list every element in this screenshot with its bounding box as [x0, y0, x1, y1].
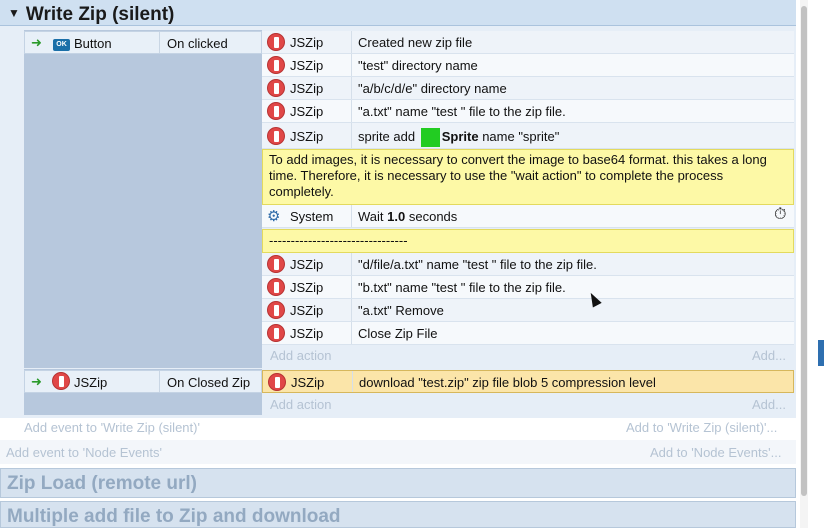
add-more-link[interactable]: Add...	[752, 397, 786, 412]
action-text: sprite add Sprite name "sprite"	[358, 128, 559, 147]
action-text: "b.txt" name "test " file to the zip fil…	[358, 280, 566, 295]
add-more-link[interactable]: Add...	[752, 348, 786, 363]
group-multiple-add[interactable]: Multiple add file to Zip and download	[0, 501, 796, 528]
action-row[interactable]: JSZip Created new zip file	[262, 31, 794, 54]
add-action-link[interactable]: Add action	[270, 348, 331, 363]
action-text: download "test.zip" zip file blob 5 comp…	[359, 375, 656, 390]
group-header[interactable]: ▼ Write Zip (silent)	[0, 0, 796, 26]
action-row[interactable]: JSZip "a.txt" name "test " file to the z…	[262, 100, 794, 123]
action-row-wait[interactable]: ⚙ System Wait 1.0 seconds ⏱	[262, 205, 794, 228]
action-text: Close Zip File	[358, 326, 438, 341]
trigger-arrow-icon: ➜	[31, 374, 42, 389]
action-row[interactable]: JSZip "a.txt" Remove	[262, 299, 794, 322]
group-title: ▼ Write Zip (silent)	[8, 4, 175, 25]
gear-icon: ⚙	[267, 208, 281, 225]
action-row[interactable]: JSZip "d/file/a.txt" name "test " file t…	[262, 253, 794, 276]
trigger-arrow-icon: ➜	[31, 35, 42, 50]
action-text: "a.txt" Remove	[358, 303, 444, 318]
add-action-link[interactable]: Add action	[270, 397, 331, 412]
condition-object: JSZip	[74, 375, 108, 390]
jszip-icon	[267, 301, 285, 319]
condition-divider	[159, 32, 160, 53]
action-text: "test" directory name	[358, 58, 478, 73]
jszip-icon	[267, 255, 285, 273]
timer-icon: ⏱	[774, 206, 787, 223]
action-text: "a/b/c/d/e" directory name	[358, 81, 507, 96]
action-text: "d/file/a.txt" name "test " file to the …	[358, 257, 597, 272]
button-object-icon: OK	[53, 36, 70, 51]
comment-separator[interactable]: --------------------------------	[262, 229, 794, 253]
jszip-icon	[267, 33, 285, 51]
action-row[interactable]: JSZip "b.txt" name "test " file to the z…	[262, 276, 794, 299]
action-row[interactable]: JSZip "a/b/c/d/e" directory name	[262, 77, 794, 100]
jszip-icon	[267, 79, 285, 97]
action-row[interactable]: JSZip Close Zip File	[262, 322, 794, 345]
add-action-row	[262, 394, 794, 415]
scrollbar-thumb[interactable]	[801, 6, 807, 496]
condition-text: On clicked	[167, 36, 228, 51]
condition-object: Button	[74, 36, 112, 51]
sprite-name: Sprite	[441, 128, 479, 144]
action-text: Created new zip file	[358, 35, 473, 50]
event-condition[interactable]: ➜ OK Button On clicked	[24, 31, 262, 54]
collapse-triangle-icon[interactable]: ▼	[8, 6, 20, 20]
jszip-icon	[268, 373, 286, 391]
action-row-download[interactable]: JSZip download "test.zip" zip file blob …	[262, 370, 794, 393]
add-to-group-link[interactable]: Add to 'Write Zip (silent)'...	[626, 420, 777, 435]
condition-divider	[159, 371, 160, 392]
action-row-sprite-add[interactable]: JSZip sprite add Sprite name "sprite"	[262, 123, 794, 149]
jszip-icon	[52, 372, 70, 390]
add-event-to-node-link[interactable]: Add event to 'Node Events'	[6, 445, 162, 460]
event-gutter	[40, 30, 262, 368]
sprite-thumbnail-icon	[420, 128, 440, 147]
side-panel-tab[interactable]	[818, 340, 824, 366]
jszip-icon	[267, 56, 285, 74]
jszip-icon	[267, 127, 285, 145]
jszip-icon	[267, 324, 285, 342]
add-to-node-link[interactable]: Add to 'Node Events'...	[650, 445, 781, 460]
jszip-icon	[267, 278, 285, 296]
action-text: Wait 1.0 seconds	[358, 209, 458, 224]
action-row[interactable]: JSZip "test" directory name	[262, 54, 794, 77]
action-text: "a.txt" name "test " file to the zip fil…	[358, 104, 566, 119]
condition-text: On Closed Zip	[167, 375, 251, 390]
jszip-icon	[267, 102, 285, 120]
add-event-to-group-link[interactable]: Add event to 'Write Zip (silent)'	[24, 420, 200, 435]
group-zip-load[interactable]: Zip Load (remote url)	[0, 468, 796, 498]
add-action-row	[262, 345, 794, 367]
event-condition[interactable]: ➜ JSZip On Closed Zip	[24, 370, 262, 393]
comment-base64-note[interactable]: To add images, it is necessary to conver…	[262, 149, 794, 205]
